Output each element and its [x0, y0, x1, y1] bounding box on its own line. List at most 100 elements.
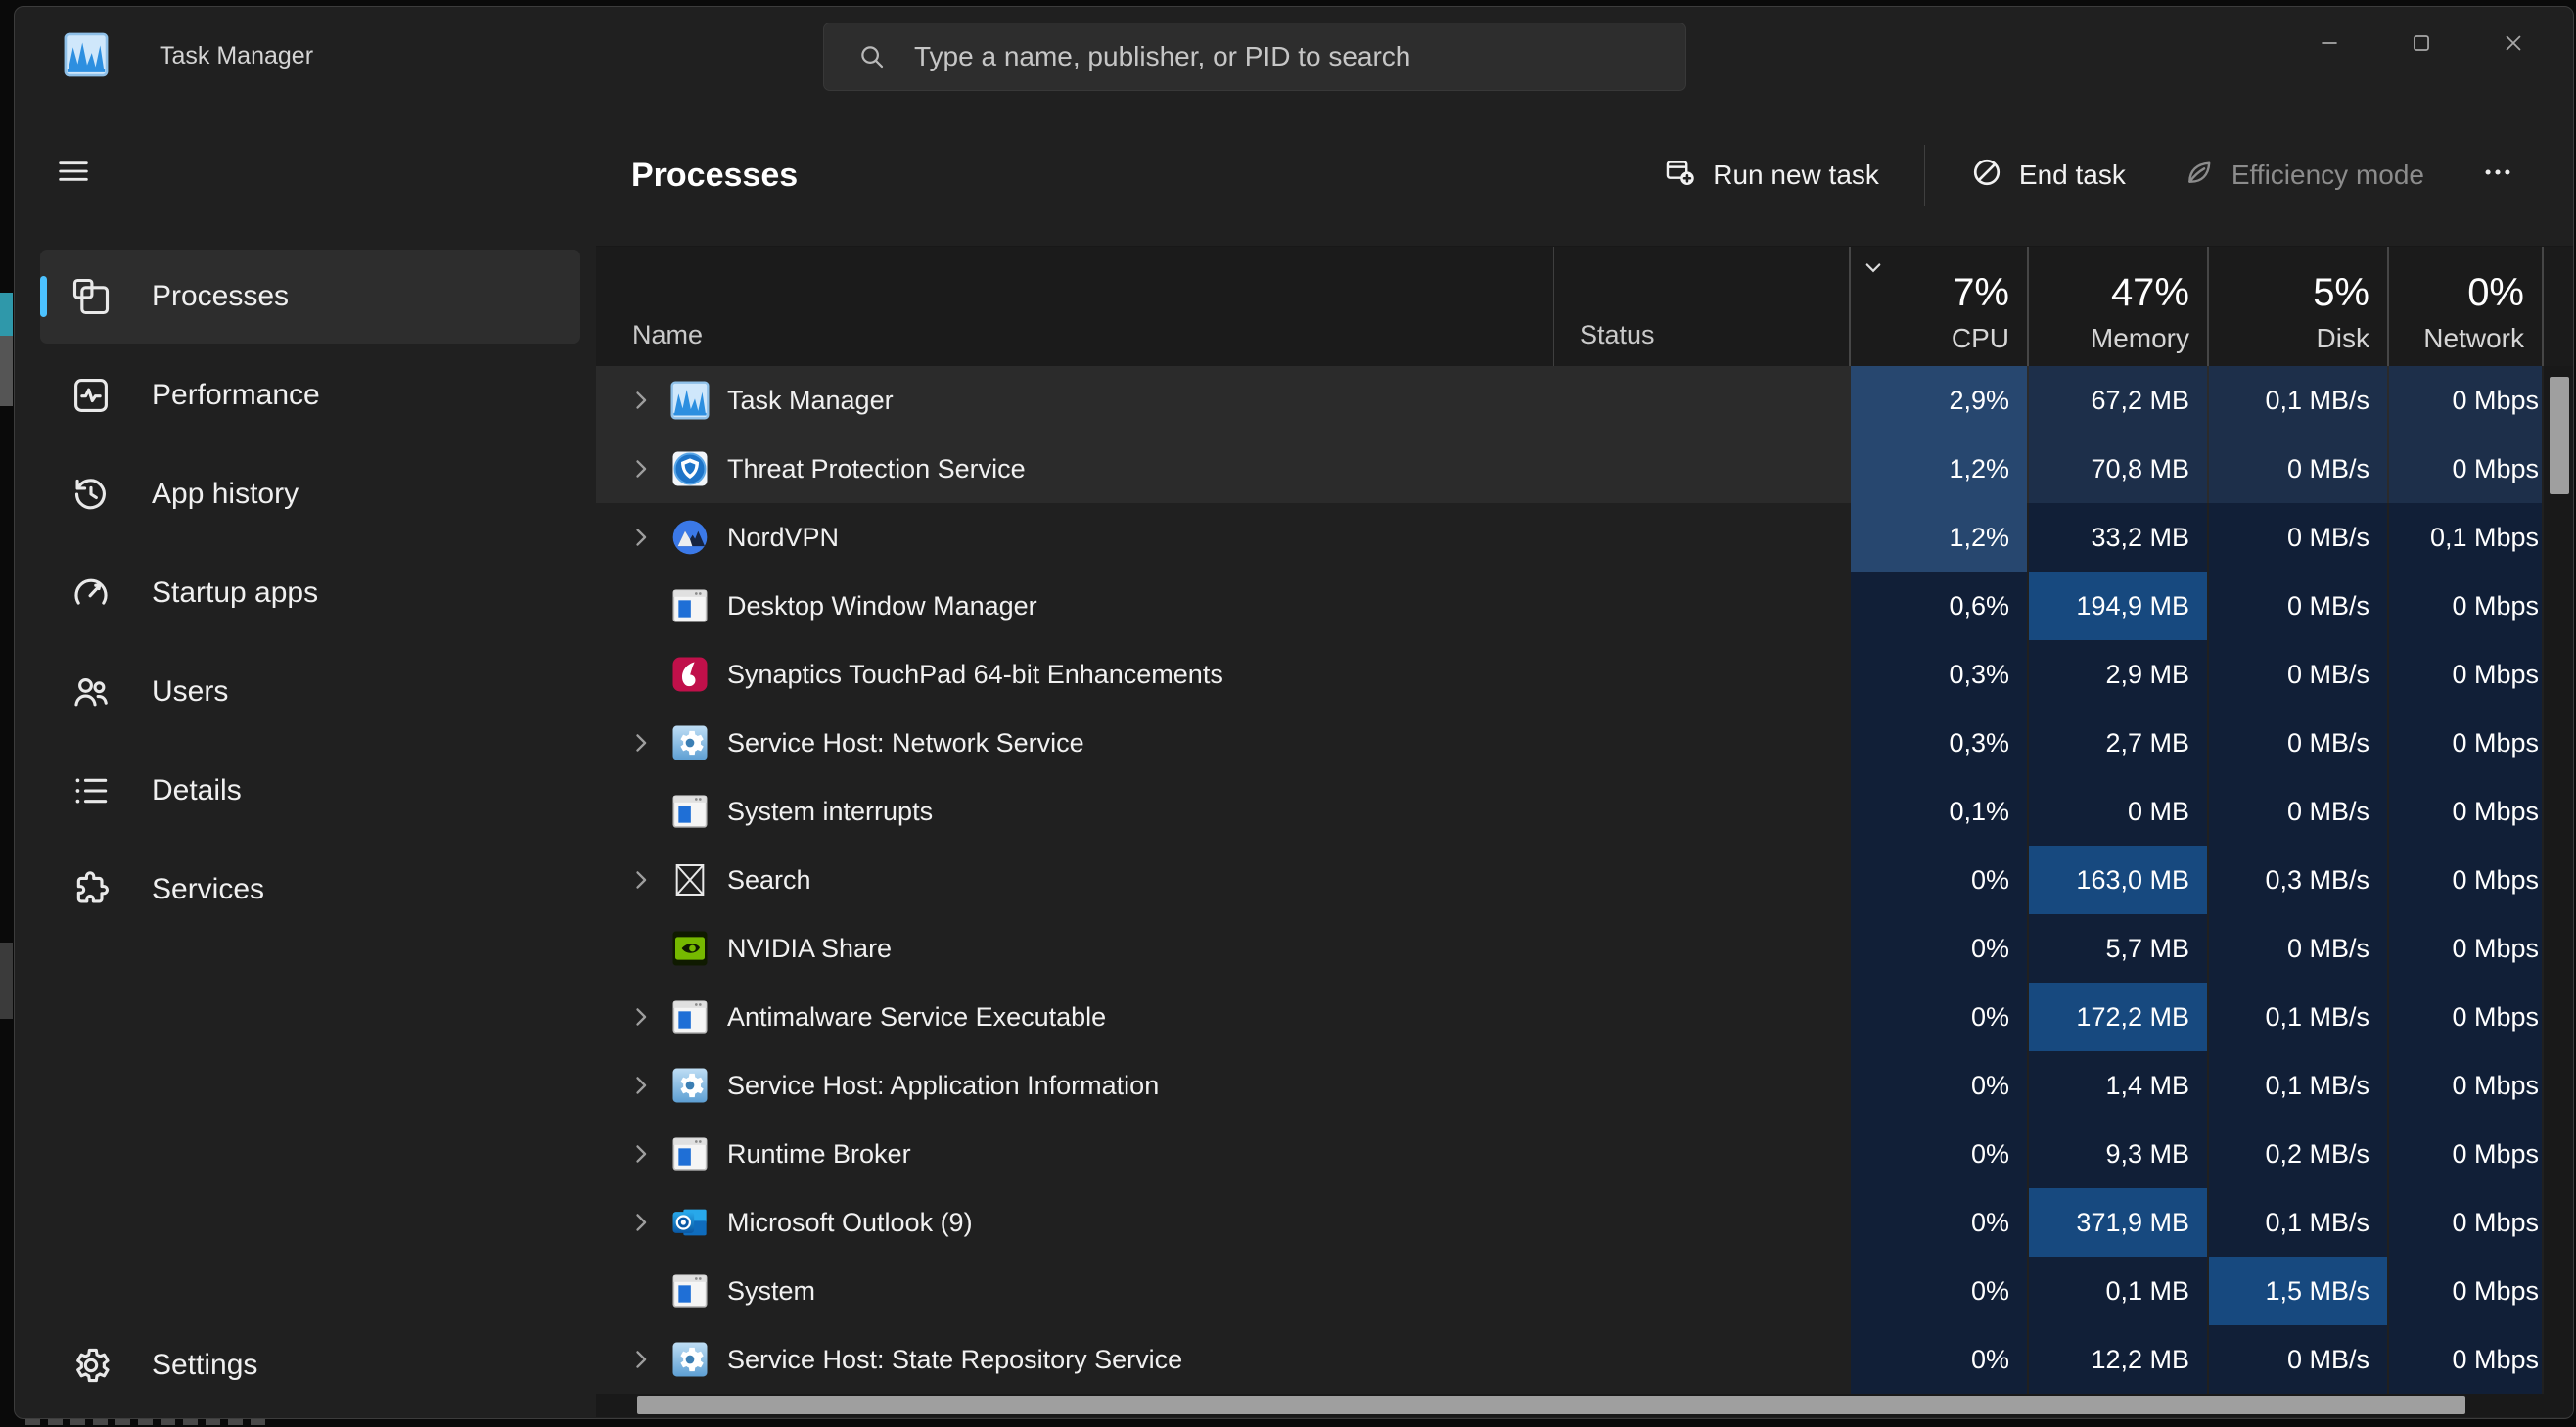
sidebar-item-performance[interactable]: Performance [40, 348, 580, 442]
outlook-icon [670, 1203, 710, 1242]
process-name: Service Host: State Repository Service [727, 1345, 1182, 1375]
expand-chevron-icon[interactable] [627, 1072, 665, 1099]
cpu-cell: 0% [1849, 1257, 2027, 1325]
navigation-menu-button[interactable] [44, 144, 103, 199]
expand-chevron-icon[interactable] [627, 1140, 665, 1168]
status-cell [1553, 1188, 1849, 1257]
sidebar-item-app-history[interactable]: App history [40, 447, 580, 541]
disk-cell: 0,2 MB/s [2207, 1120, 2387, 1188]
horizontal-scrollbar-thumb[interactable] [637, 1396, 2465, 1414]
column-header-cpu[interactable]: 7% CPU [1849, 247, 2027, 366]
sidebar-item-startup-apps[interactable]: Startup apps [40, 546, 580, 640]
process-row[interactable]: System interrupts0,1%0 MB0 MB/s0 Mbps [596, 777, 2542, 846]
desktop-icon-sliver [0, 336, 13, 406]
disk-cell: 0,3 MB/s [2207, 846, 2387, 914]
column-header-name[interactable]: Name [596, 247, 1553, 366]
expand-chevron-icon[interactable] [627, 387, 665, 414]
startup-icon [69, 572, 113, 615]
process-row[interactable]: Service Host: State Repository Service0%… [596, 1325, 2542, 1394]
sidebar-item-services[interactable]: Services [40, 843, 580, 937]
cpu-cell: 2,9% [1849, 366, 2027, 435]
process-row[interactable]: NVIDIA Share0%5,7 MB0 MB/s0 Mbps [596, 914, 2542, 983]
process-row[interactable]: Microsoft Outlook (9)0%371,9 MB0,1 MB/s0… [596, 1188, 2542, 1257]
sort-chevron-down-icon [1859, 253, 1888, 282]
window-icon [670, 792, 710, 831]
process-row[interactable]: Search0%163,0 MB0,3 MB/s0 Mbps [596, 846, 2542, 914]
memory-cell: 9,3 MB [2027, 1120, 2207, 1188]
process-name-cell: System interrupts [596, 777, 1553, 846]
window-title: Task Manager [160, 7, 313, 105]
process-name: NVIDIA Share [727, 934, 892, 964]
memory-total-percent: 47% [2111, 272, 2189, 313]
column-header-disk[interactable]: 5% Disk [2207, 247, 2387, 366]
more-options-button[interactable] [2460, 142, 2536, 209]
process-name: Service Host: Application Information [727, 1071, 1159, 1101]
efficiency-mode-button[interactable]: Efficiency mode [2161, 142, 2446, 209]
gear-icon [670, 723, 710, 762]
process-row[interactable]: Antimalware Service Executable0%172,2 MB… [596, 983, 2542, 1051]
expand-chevron-icon[interactable] [627, 1346, 665, 1373]
expand-chevron-icon[interactable] [627, 455, 665, 483]
process-name-cell: Desktop Window Manager [596, 572, 1553, 640]
expand-chevron-icon[interactable] [627, 866, 665, 894]
status-cell [1553, 435, 1849, 503]
nvidia-icon [670, 929, 710, 968]
network-cell: 0 Mbps [2387, 1325, 2542, 1394]
window-icon [670, 1271, 710, 1311]
disk-cell: 1,5 MB/s [2207, 1257, 2387, 1325]
synaptics-icon [670, 655, 710, 694]
memory-cell: 33,2 MB [2027, 503, 2207, 572]
memory-cell: 172,2 MB [2027, 983, 2207, 1051]
process-row[interactable]: NordVPN1,2%33,2 MB0 MB/s0,1 Mbps [596, 503, 2542, 572]
sidebar-item-settings[interactable]: Settings [40, 1318, 580, 1412]
status-cell [1553, 503, 1849, 572]
column-header-status[interactable]: Status [1553, 247, 1849, 366]
expand-chevron-icon[interactable] [627, 729, 665, 757]
horizontal-scrollbar[interactable] [596, 1394, 2574, 1417]
process-row[interactable]: Service Host: Application Information0%1… [596, 1051, 2542, 1120]
process-row[interactable]: System0%0,1 MB1,5 MB/s0 Mbps [596, 1257, 2542, 1325]
searchbox-icon [670, 860, 710, 899]
search-box[interactable] [823, 23, 1686, 91]
expander-spacer [627, 935, 665, 962]
sidebar-item-users[interactable]: Users [40, 645, 580, 739]
disk-cell: 0,1 MB/s [2207, 1188, 2387, 1257]
close-button[interactable] [2467, 7, 2559, 79]
process-row[interactable]: Task Manager2,9%67,2 MB0,1 MB/s0 Mbps [596, 366, 2542, 435]
minimize-button[interactable] [2283, 7, 2375, 79]
process-row[interactable]: Desktop Window Manager0,6%194,9 MB0 MB/s… [596, 572, 2542, 640]
process-name-cell: Threat Protection Service [596, 435, 1553, 503]
window-icon [670, 1134, 710, 1174]
end-task-button[interactable]: End task [1949, 142, 2147, 209]
sidebar-item-details[interactable]: Details [40, 744, 580, 838]
run-new-task-button[interactable]: Run new task [1642, 142, 1901, 209]
process-row[interactable]: Synaptics TouchPad 64-bit Enhancements0,… [596, 640, 2542, 709]
process-row[interactable]: Runtime Broker0%9,3 MB0,2 MB/s0 Mbps [596, 1120, 2542, 1188]
cpu-cell: 0,6% [1849, 572, 2027, 640]
memory-cell: 12,2 MB [2027, 1325, 2207, 1394]
memory-column-label: Memory [2091, 323, 2189, 354]
memory-cell: 0 MB [2027, 777, 2207, 846]
column-status-label: Status [1580, 320, 1655, 350]
column-header-memory[interactable]: 47% Memory [2027, 247, 2207, 366]
process-row[interactable]: Threat Protection Service1,2%70,8 MB0 MB… [596, 435, 2542, 503]
vertical-scrollbar[interactable] [2544, 366, 2574, 1394]
process-row[interactable]: Service Host: Network Service0,3%2,7 MB0… [596, 709, 2542, 777]
cpu-cell: 1,2% [1849, 503, 2027, 572]
search-input[interactable] [912, 40, 1666, 73]
expand-chevron-icon[interactable] [627, 1003, 665, 1031]
status-cell [1553, 1120, 1849, 1188]
status-cell [1553, 1257, 1849, 1325]
toolbar-divider [1924, 145, 1925, 206]
expand-chevron-icon[interactable] [627, 524, 665, 551]
maximize-button[interactable] [2375, 7, 2467, 79]
sidebar-item-label: Processes [152, 280, 289, 313]
vertical-scrollbar-thumb[interactable] [2550, 377, 2569, 494]
column-header-network[interactable]: 0% Network [2387, 247, 2542, 366]
sidebar-item-processes[interactable]: Processes [40, 250, 580, 344]
network-cell: 0 Mbps [2387, 983, 2542, 1051]
status-cell [1553, 709, 1849, 777]
process-list: Task Manager2,9%67,2 MB0,1 MB/s0 MbpsThr… [596, 366, 2542, 1394]
performance-icon [69, 374, 113, 417]
expand-chevron-icon[interactable] [627, 1209, 665, 1236]
